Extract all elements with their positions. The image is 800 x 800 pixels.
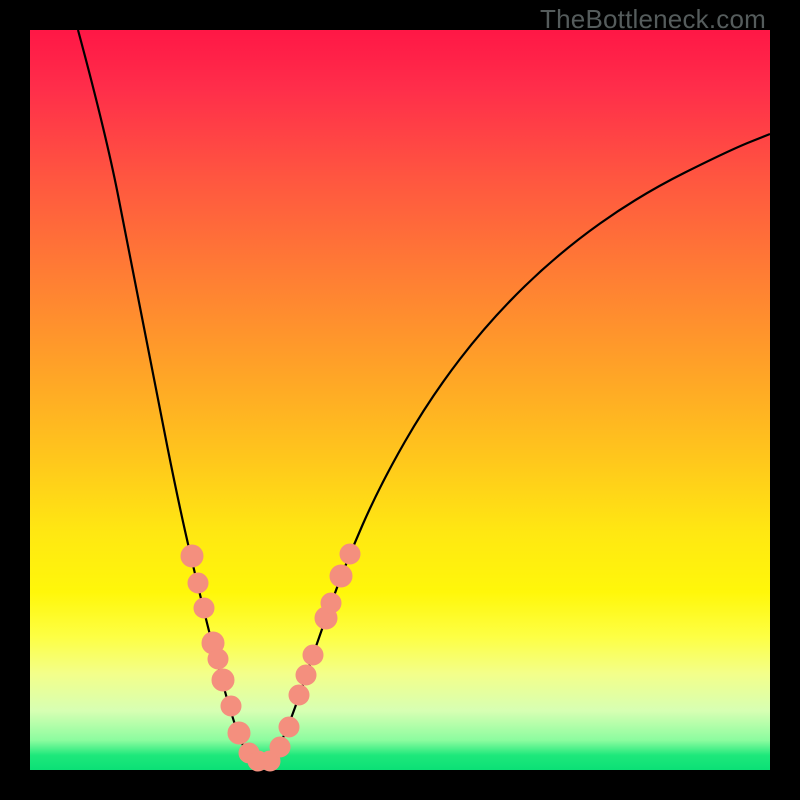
data-marker xyxy=(212,669,234,691)
data-marker xyxy=(270,737,290,757)
data-marker xyxy=(340,544,360,564)
data-marker xyxy=(289,685,309,705)
chart-svg xyxy=(30,30,770,770)
data-marker xyxy=(321,593,341,613)
data-marker xyxy=(181,545,203,567)
data-marker xyxy=(188,573,208,593)
bottleneck-curve xyxy=(78,30,770,762)
data-marker xyxy=(194,598,214,618)
data-marker xyxy=(330,565,352,587)
data-marker xyxy=(296,665,316,685)
data-marker xyxy=(208,649,228,669)
marker-group xyxy=(181,544,360,771)
data-marker xyxy=(303,645,323,665)
data-marker xyxy=(279,717,299,737)
data-marker xyxy=(221,696,241,716)
data-marker xyxy=(228,722,250,744)
